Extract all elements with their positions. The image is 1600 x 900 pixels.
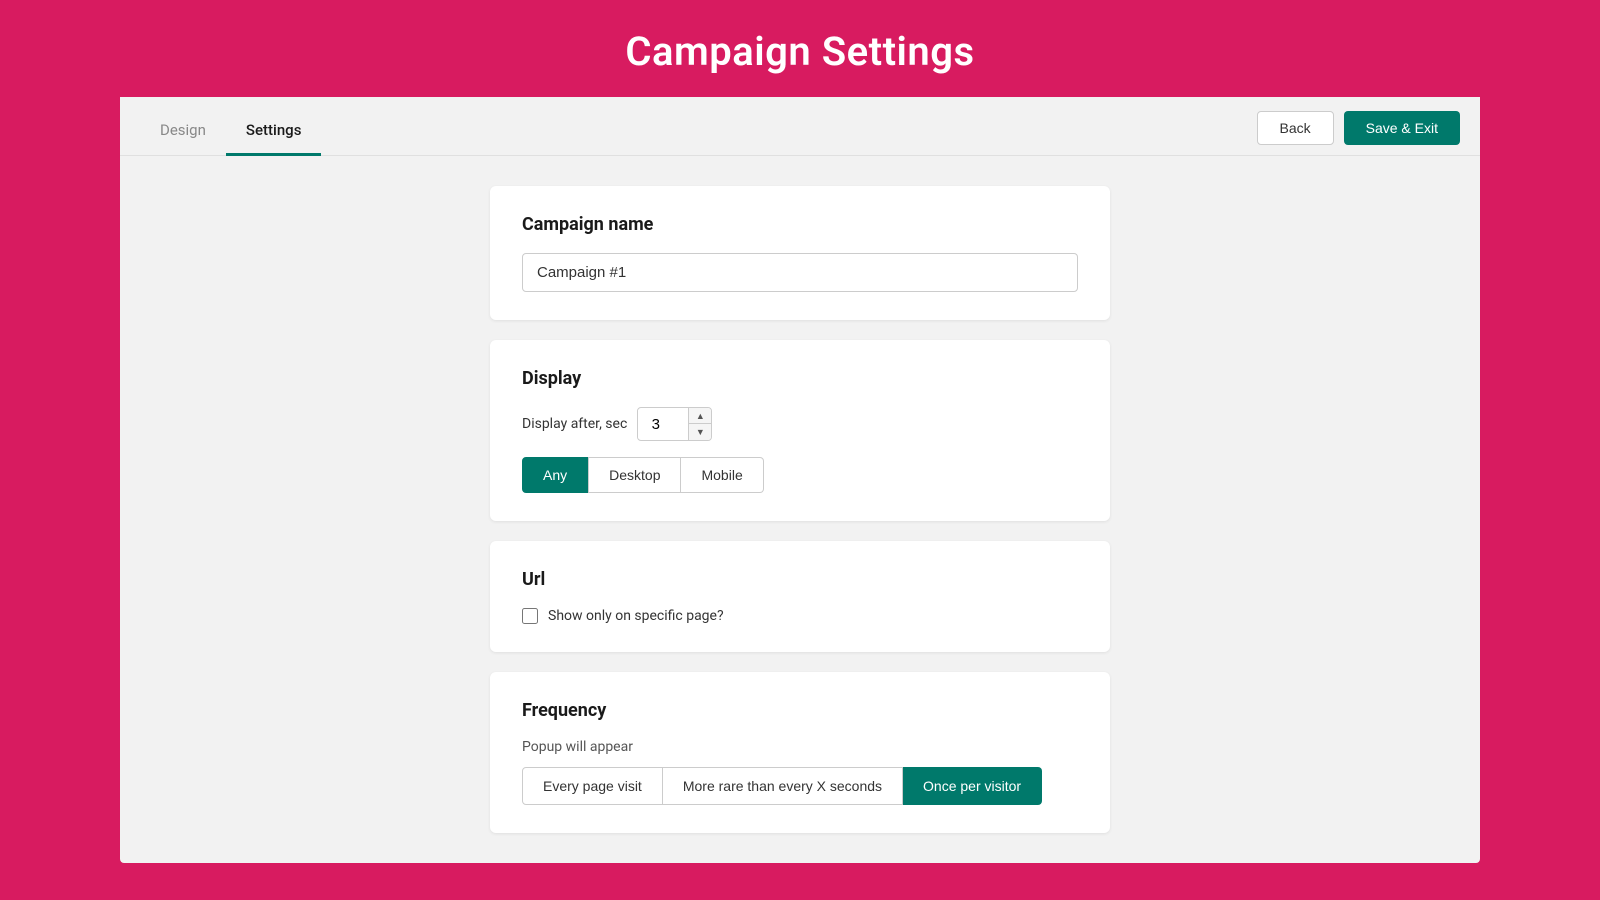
specific-page-checkbox[interactable] <box>522 608 538 624</box>
content-area: Campaign name Display Display after, sec… <box>120 156 1480 863</box>
freq-once-per-visitor-button[interactable]: Once per visitor <box>903 767 1042 805</box>
campaign-name-input[interactable] <box>522 253 1078 292</box>
device-desktop-button[interactable]: Desktop <box>588 457 681 493</box>
display-title: Display <box>522 368 1078 389</box>
specific-page-label: Show only on specific page? <box>548 608 724 624</box>
campaign-name-card: Campaign name <box>490 186 1110 320</box>
back-button[interactable]: Back <box>1257 111 1334 145</box>
frequency-title: Frequency <box>522 700 1078 721</box>
device-buttons: Any Desktop Mobile <box>522 457 1078 493</box>
campaign-name-group <box>522 253 1078 292</box>
save-exit-button[interactable]: Save & Exit <box>1344 111 1460 145</box>
tab-settings[interactable]: Settings <box>226 111 322 156</box>
device-mobile-button[interactable]: Mobile <box>681 457 763 493</box>
freq-more-rare-button[interactable]: More rare than every X seconds <box>663 767 903 805</box>
device-any-button[interactable]: Any <box>522 457 588 493</box>
frequency-buttons: Every page visit More rare than every X … <box>522 767 1078 805</box>
tab-design[interactable]: Design <box>140 111 226 156</box>
display-after-input[interactable] <box>638 410 688 439</box>
spinner-controls: ▲ ▼ <box>688 408 711 440</box>
url-title: Url <box>522 569 1078 590</box>
frequency-sub-label: Popup will appear <box>522 739 1078 755</box>
url-card: Url Show only on specific page? <box>490 541 1110 652</box>
frequency-card: Frequency Popup will appear Every page v… <box>490 672 1110 833</box>
spinner-down-button[interactable]: ▼ <box>689 424 711 440</box>
page-title: Campaign Settings <box>0 28 1600 75</box>
main-container: Design Settings Back Save & Exit Campaig… <box>120 97 1480 863</box>
nav-actions: Back Save & Exit <box>1257 111 1461 155</box>
display-after-label: Display after, sec <box>522 416 627 432</box>
page-header: Campaign Settings <box>0 0 1600 97</box>
freq-every-page-button[interactable]: Every page visit <box>522 767 663 805</box>
nav-tabs: Design Settings <box>140 111 321 155</box>
display-card: Display Display after, sec ▲ ▼ Any Deskt… <box>490 340 1110 521</box>
top-nav: Design Settings Back Save & Exit <box>120 97 1480 156</box>
display-after-spinner: ▲ ▼ <box>637 407 712 441</box>
campaign-name-title: Campaign name <box>522 214 1078 235</box>
url-checkbox-row: Show only on specific page? <box>522 608 1078 624</box>
spinner-up-button[interactable]: ▲ <box>689 408 711 424</box>
display-after-row: Display after, sec ▲ ▼ <box>522 407 1078 441</box>
